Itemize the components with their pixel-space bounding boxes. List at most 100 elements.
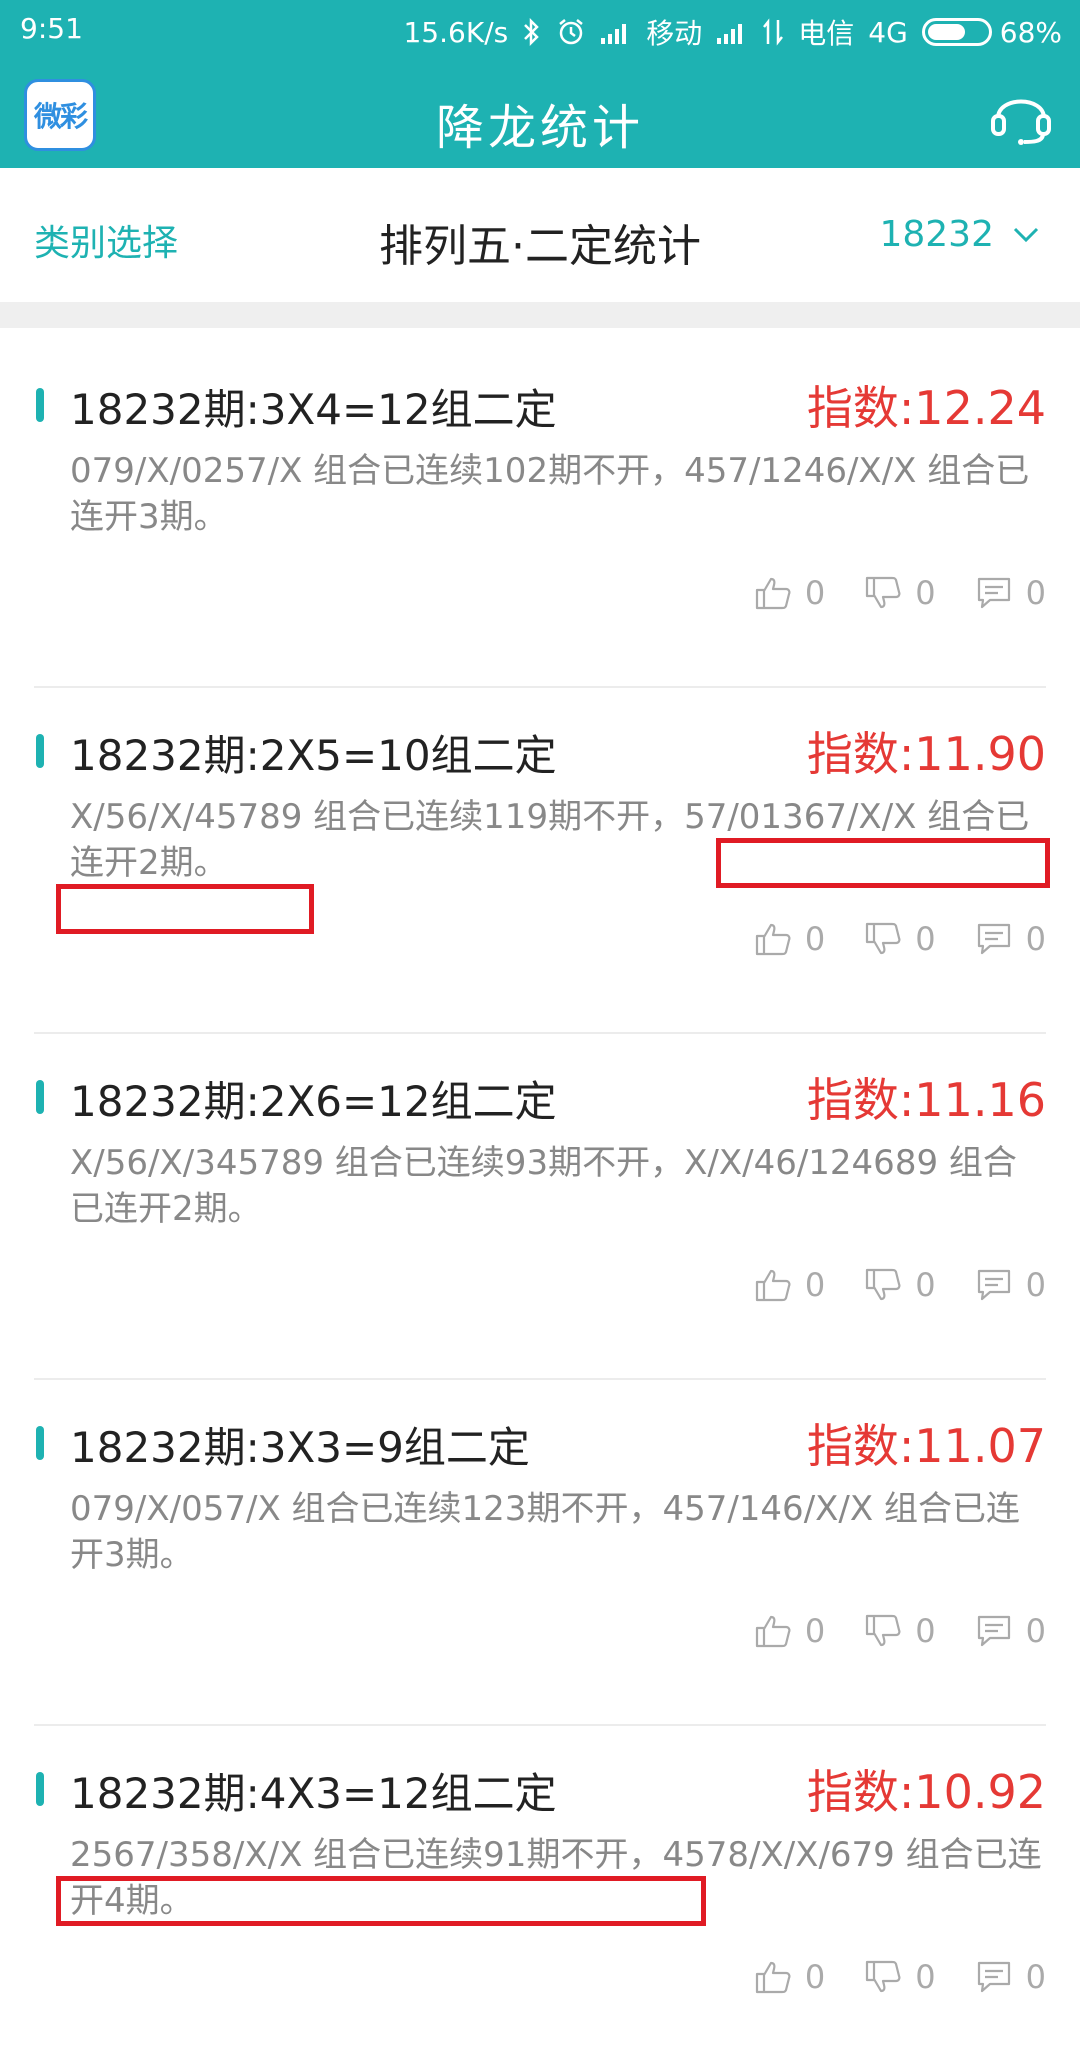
dislike-button[interactable]: 0	[865, 574, 936, 612]
comment-button[interactable]: 0	[976, 1958, 1046, 1996]
card-index: 指数:11.16	[806, 1073, 1046, 1127]
card-accent-bar	[36, 1772, 44, 1806]
comment-count: 0	[1025, 920, 1046, 958]
signal-icon-2	[716, 19, 748, 45]
card-actions: 0 0 0	[755, 574, 1046, 612]
stat-card-4[interactable]: 18232期:3X3=9组二定 指数:11.07 079/X/057/X 组合已…	[0, 1380, 1080, 1726]
comment-button[interactable]: 0	[976, 574, 1046, 612]
comment-count: 0	[1025, 574, 1046, 612]
card-actions: 0 0 0	[755, 1266, 1046, 1304]
issue-number: 18232	[879, 214, 994, 255]
card-accent-bar	[36, 734, 44, 768]
card-accent-bar	[36, 1426, 44, 1460]
card-actions: 0 0 0	[755, 920, 1046, 958]
status-time: 9:51	[20, 12, 83, 45]
issue-dropdown[interactable]: 18232	[879, 214, 1040, 255]
comment-button[interactable]: 0	[976, 1612, 1046, 1650]
card-description: 079/X/057/X 组合已连续123期不开，457/146/X/X 组合已连…	[70, 1489, 1020, 1575]
card-index: 指数:12.24	[806, 381, 1046, 435]
card-title: 18232期:3X3=9组二定	[70, 1423, 530, 1472]
chevron-down-icon	[1013, 227, 1039, 242]
dislike-button[interactable]: 0	[865, 1612, 936, 1650]
like-button[interactable]: 0	[755, 574, 825, 612]
dislike-count: 0	[915, 574, 936, 612]
highlight-box	[56, 884, 314, 934]
data-transfer-icon	[762, 18, 784, 46]
thumbs-down-icon	[866, 1268, 901, 1301]
signal-icon-1	[600, 19, 632, 45]
card-index: 指数:10.92	[806, 1765, 1046, 1819]
network-type: 4G	[868, 15, 908, 49]
app-root: 9:51 15.6K/s 移动 电信 4G 68% 微彩 降龙统计 类别选择 排…	[0, 0, 1080, 2065]
battery-icon	[921, 18, 992, 46]
thumbs-down-icon	[866, 922, 901, 955]
comment-icon	[977, 923, 1010, 955]
thumbs-up-icon	[755, 1269, 791, 1302]
thumbs-down-icon	[866, 1614, 901, 1647]
carrier-2: 电信	[798, 17, 855, 50]
status-bar: 9:51 15.6K/s 移动 电信 4G 68%	[0, 0, 1080, 62]
customer-service-button[interactable]	[988, 84, 1054, 146]
comment-icon	[977, 1269, 1010, 1301]
comment-icon	[977, 1961, 1010, 1993]
thumbs-up-icon	[755, 923, 791, 956]
thumbs-up-icon	[755, 1961, 791, 1994]
bluetooth-icon	[522, 17, 542, 47]
comment-count: 0	[1025, 1612, 1046, 1650]
section-divider	[0, 302, 1080, 328]
card-title: 18232期:2X6=12组二定	[70, 1077, 557, 1126]
carrier-1: 移动	[646, 17, 703, 50]
like-button[interactable]: 0	[755, 1958, 825, 1996]
dislike-count: 0	[915, 1612, 936, 1650]
card-description: 079/X/0257/X 组合已连续102期不开，457/1246/X/X 组合…	[70, 451, 1030, 537]
card-actions: 0 0 0	[755, 1612, 1046, 1650]
dislike-count: 0	[915, 1266, 936, 1304]
comment-count: 0	[1025, 1266, 1046, 1304]
comment-count: 0	[1025, 1958, 1046, 1996]
app-bar: 微彩 降龙统计	[0, 62, 1080, 168]
card-title: 18232期:3X4=12组二定	[70, 385, 557, 434]
battery-indicator: 68%	[921, 15, 1062, 49]
like-count: 0	[804, 1612, 826, 1650]
dislike-count: 0	[915, 1958, 936, 1996]
stat-card-2[interactable]: 18232期:2X5=10组二定 指数:11.90 X/56/X/45789 组…	[0, 688, 1080, 1034]
highlight-box	[716, 838, 1050, 888]
card-actions: 0 0 0	[755, 1958, 1046, 1996]
card-accent-bar	[36, 1080, 44, 1114]
thumbs-down-icon	[866, 1960, 901, 1993]
like-count: 0	[804, 920, 826, 958]
alarm-icon	[556, 17, 586, 47]
comment-icon	[977, 1615, 1010, 1647]
thumbs-up-icon	[755, 577, 791, 610]
like-count: 0	[804, 1958, 826, 1996]
like-count: 0	[804, 1266, 826, 1304]
card-index: 指数:11.07	[806, 1419, 1046, 1473]
like-button[interactable]: 0	[755, 920, 825, 958]
like-count: 0	[804, 574, 826, 612]
stat-card-3[interactable]: 18232期:2X6=12组二定 指数:11.16 X/56/X/345789 …	[0, 1034, 1080, 1380]
card-title: 18232期:4X3=12组二定	[70, 1769, 557, 1818]
status-right: 15.6K/s 移动 电信 4G 68%	[403, 12, 1062, 52]
highlight-box	[56, 1876, 706, 1926]
stat-card-1[interactable]: 18232期:3X4=12组二定 指数:12.24 079/X/0257/X 组…	[0, 342, 1080, 688]
filter-row: 类别选择 排列五·二定统计 18232	[0, 168, 1080, 302]
card-accent-bar	[36, 388, 44, 422]
dislike-button[interactable]: 0	[865, 1266, 936, 1304]
battery-percent: 68%	[999, 15, 1062, 49]
comment-button[interactable]: 0	[976, 1266, 1046, 1304]
like-button[interactable]: 0	[755, 1612, 825, 1650]
card-description: X/56/X/345789 组合已连续93期不开，X/X/46/124689 组…	[70, 1143, 1017, 1229]
dislike-button[interactable]: 0	[865, 1958, 936, 1996]
card-index: 指数:11.90	[806, 727, 1046, 781]
like-button[interactable]: 0	[755, 1266, 825, 1304]
dislike-count: 0	[915, 920, 936, 958]
dislike-button[interactable]: 0	[865, 920, 936, 958]
net-speed: 15.6K/s	[403, 15, 509, 49]
thumbs-up-icon	[755, 1615, 791, 1648]
headset-icon	[991, 99, 1051, 145]
comment-button[interactable]: 0	[976, 920, 1046, 958]
stat-card-5[interactable]: 18232期:4X3=12组二定 指数:10.92 2567/358/X/X 组…	[0, 1726, 1080, 2065]
comment-icon	[977, 577, 1010, 609]
app-title: 降龙统计	[435, 100, 644, 156]
thumbs-down-icon	[866, 576, 901, 609]
